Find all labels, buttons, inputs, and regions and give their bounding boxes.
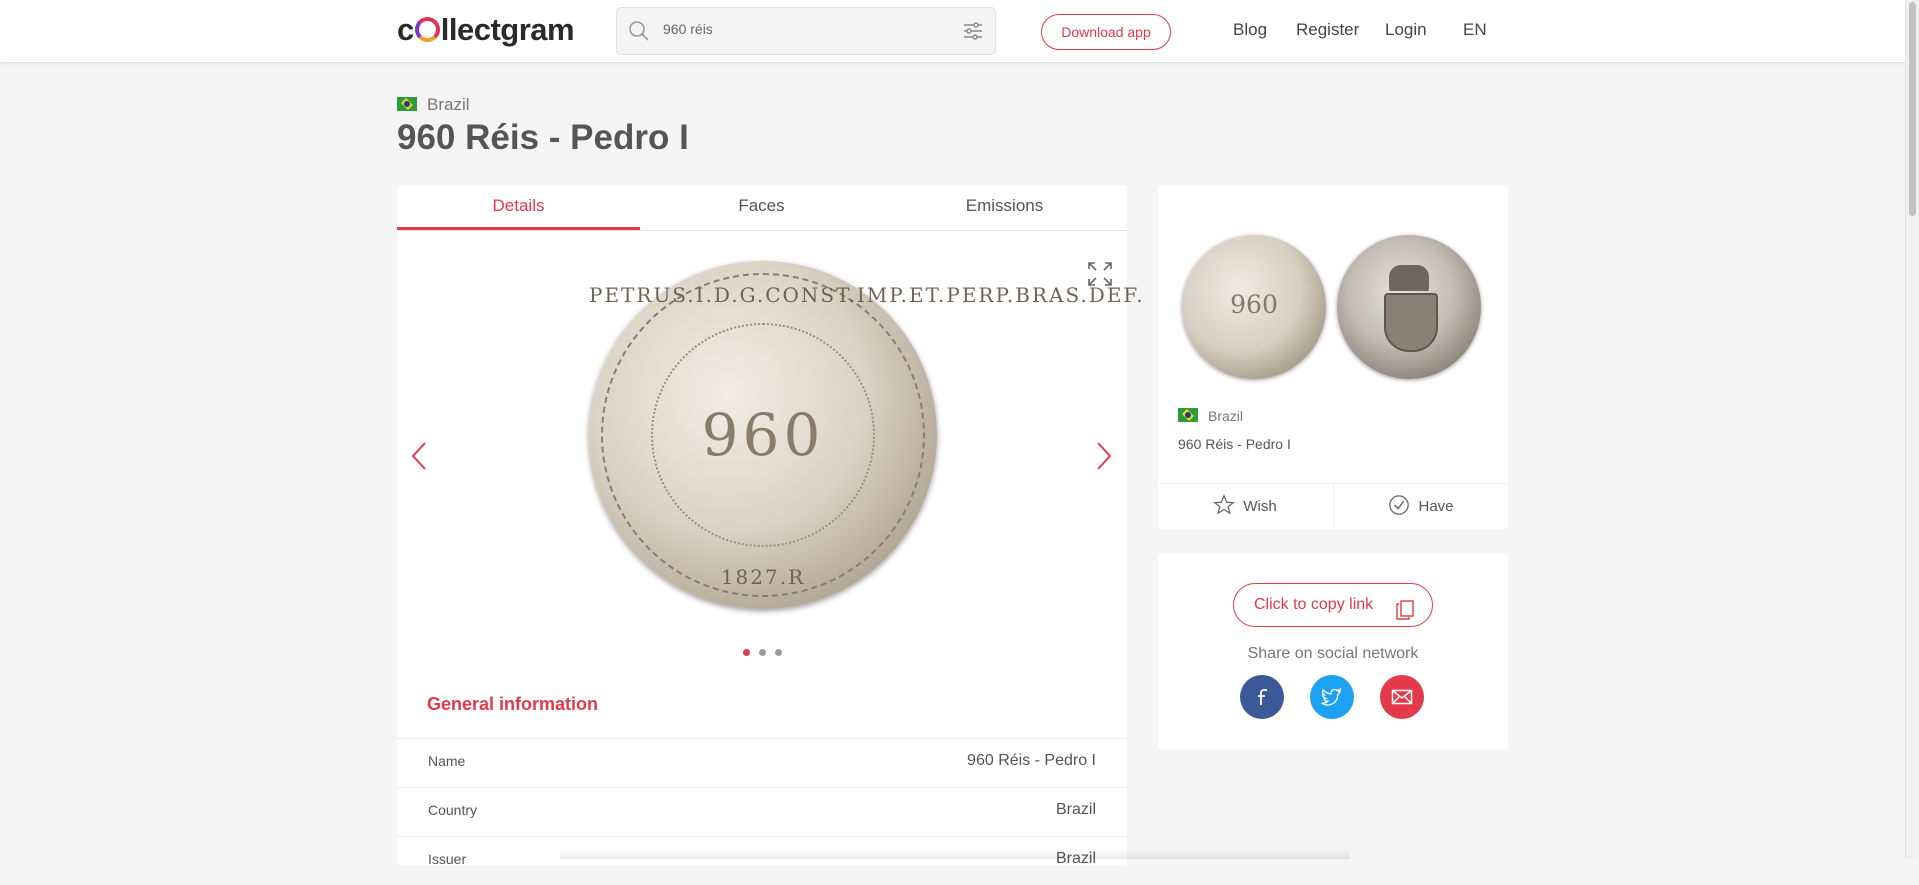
- chevron-left-icon[interactable]: [409, 441, 429, 476]
- coin-legend: PETRUS.I.D.G.CONST.IMP.ET.PERP.BRAS.DEF.: [589, 283, 1145, 307]
- info-key: Issuer: [428, 851, 467, 867]
- shield-emblem: [1384, 293, 1438, 352]
- coin-summary-card: 960 Brazil 960 Réis - Pedro I Wish Have: [1158, 185, 1508, 530]
- crown-emblem: [1389, 265, 1429, 291]
- bottom-popup-edge: [560, 848, 1350, 859]
- general-information-title: General information: [427, 694, 599, 714]
- scrollbar-thumb[interactable]: [1909, 2, 1916, 216]
- copy-icon: [1396, 595, 1414, 637]
- expand-icon[interactable]: [1087, 261, 1113, 292]
- language-selector[interactable]: EN: [1463, 20, 1487, 40]
- email-share-button[interactable]: [1380, 675, 1424, 719]
- search-input[interactable]: [661, 20, 945, 38]
- gallery-pagination: [743, 643, 791, 661]
- star-icon: [1213, 494, 1236, 515]
- info-value: 960 Réis - Pedro I: [967, 752, 1096, 769]
- info-row-country: Country Brazil: [397, 787, 1127, 836]
- brazil-flag-icon: [397, 97, 417, 111]
- brazil-flag-icon: [1178, 408, 1198, 422]
- gallery-dot-2[interactable]: [759, 649, 766, 656]
- chevron-right-icon[interactable]: [1094, 441, 1114, 476]
- wish-label: Wish: [1243, 498, 1277, 515]
- gallery-dot-3[interactable]: [775, 649, 782, 656]
- tab-bar: Details Faces Emissions: [397, 185, 1127, 231]
- coin-image[interactable]: PETRUS.I.D.G.CONST.IMP.ET.PERP.BRAS.DEF.…: [589, 261, 1145, 609]
- side-country: Brazil: [1178, 408, 1243, 424]
- share-card: Click to copy link Share on social netwo…: [1158, 553, 1508, 749]
- wish-button[interactable]: Wish: [1158, 484, 1332, 530]
- search-bar[interactable]: [616, 7, 996, 55]
- copy-link-button[interactable]: Click to copy link: [1233, 583, 1433, 627]
- side-coin-name: 960 Réis - Pedro I: [1178, 436, 1291, 452]
- page-title: 960 Réis - Pedro I: [397, 118, 689, 157]
- top-navigation-bar: cllectgram Download app Blog Register Lo…: [0, 0, 1906, 62]
- twitter-icon: [1321, 687, 1342, 706]
- have-label: Have: [1418, 498, 1454, 515]
- filter-icon[interactable]: [961, 19, 985, 48]
- page-scrollbar[interactable]: [1905, 0, 1919, 859]
- breadcrumb-country[interactable]: Brazil: [427, 95, 470, 114]
- nav-blog[interactable]: Blog: [1233, 20, 1267, 40]
- coin-obverse-thumbnail[interactable]: 960: [1182, 235, 1326, 379]
- coin-details-card: Details Faces Emissions PETRUS.I.D.G.CON…: [397, 185, 1145, 867]
- breadcrumb: Brazil: [397, 95, 470, 115]
- info-row-issuer: Issuer Brazil: [397, 836, 1127, 885]
- search-icon: [627, 19, 651, 48]
- thumbnail-coin-value: 960: [1230, 290, 1278, 319]
- collectgram-logo[interactable]: c llectgram: [397, 12, 575, 48]
- tab-emissions[interactable]: Emissions: [883, 185, 1126, 230]
- download-app-button[interactable]: Download app: [1041, 14, 1171, 50]
- info-key: Country: [428, 802, 478, 818]
- info-value: Brazil: [1055, 801, 1096, 818]
- tab-faces[interactable]: Faces: [640, 185, 883, 230]
- share-label: Share on social network: [1247, 645, 1419, 662]
- gallery-dot-1[interactable]: [743, 649, 750, 656]
- have-button[interactable]: Have: [1334, 484, 1508, 530]
- side-country-label: Brazil: [1208, 408, 1244, 424]
- twitter-share-button[interactable]: [1310, 675, 1354, 719]
- wish-have-row: Wish Have: [1158, 483, 1508, 530]
- coin-value: 960: [701, 401, 825, 469]
- tab-details[interactable]: Details: [397, 185, 640, 230]
- facebook-share-button[interactable]: [1240, 675, 1284, 719]
- copy-link-label: Click to copy link: [1254, 596, 1374, 613]
- mail-icon: [1391, 689, 1413, 705]
- info-row-name: Name 960 Réis - Pedro I: [397, 738, 1127, 787]
- nav-register[interactable]: Register: [1296, 20, 1359, 40]
- coin-year: 1827.R: [720, 565, 806, 589]
- info-key: Name: [428, 753, 466, 769]
- nav-login[interactable]: Login: [1385, 20, 1427, 40]
- facebook-icon: [1258, 689, 1267, 705]
- check-circle-icon: [1389, 495, 1410, 515]
- coin-reverse-thumbnail[interactable]: [1337, 235, 1481, 379]
